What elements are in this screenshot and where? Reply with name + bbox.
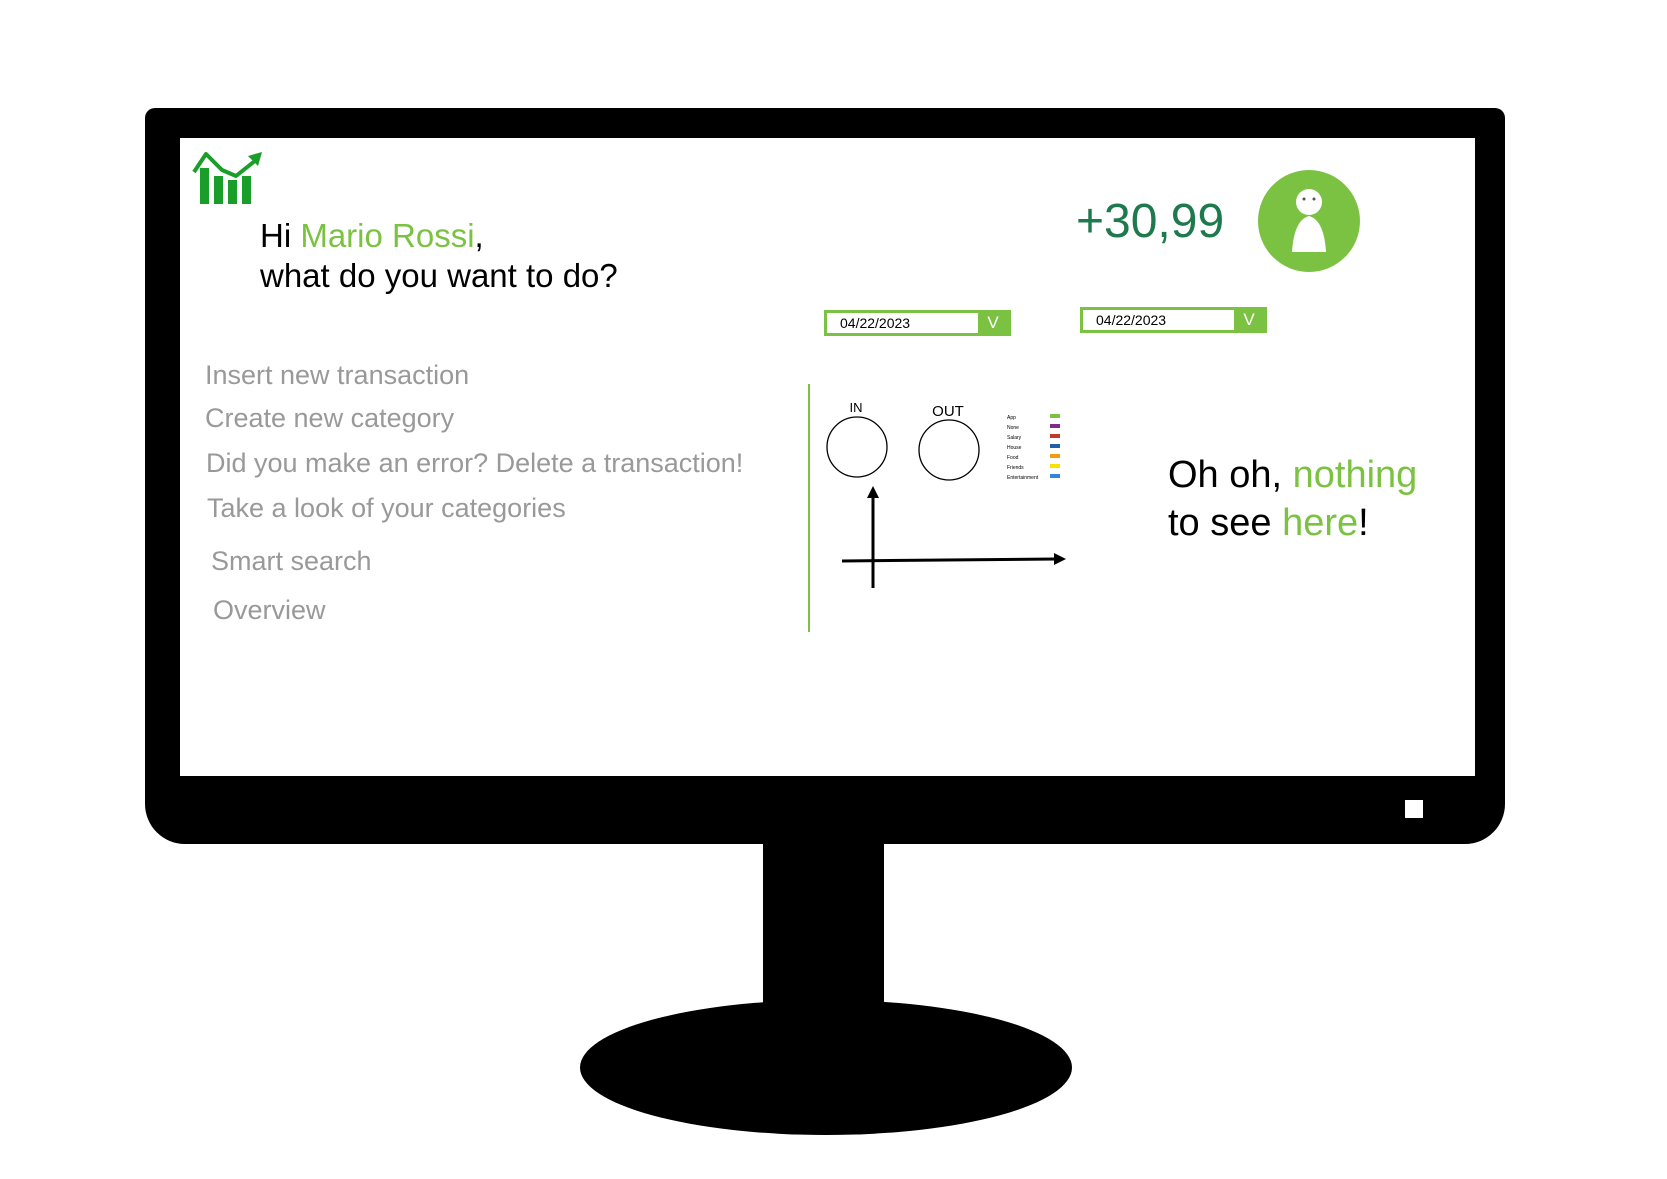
out-pie-chart <box>918 419 980 481</box>
legend-label: Food <box>1007 455 1019 461</box>
menu-view-categories[interactable]: Take a look of your categories <box>207 493 566 524</box>
legend-label: House <box>1007 445 1022 451</box>
legend-swatch <box>1050 444 1060 448</box>
empty-state-text: Oh oh, <box>1168 454 1293 496</box>
legend-swatch <box>1050 424 1060 428</box>
date-from-value: 04/22/2023 <box>840 315 911 331</box>
date-from-select[interactable]: 04/22/2023 V <box>824 310 1011 336</box>
legend-label: Entertainment <box>1007 475 1039 481</box>
growth-chart-logo-icon[interactable] <box>192 146 264 204</box>
empty-state-text: ! <box>1358 502 1369 544</box>
greeting-suffix: , <box>474 217 484 254</box>
legend-label: App <box>1007 415 1016 421</box>
empty-state-line-2: to see here! <box>1168 499 1369 547</box>
legend-swatch <box>1050 454 1060 458</box>
legend-label: Friends <box>1007 465 1024 471</box>
menu-overview[interactable]: Overview <box>213 595 326 626</box>
user-avatar-icon[interactable] <box>1258 170 1360 272</box>
legend-swatch <box>1050 464 1060 468</box>
date-to-value: 04/22/2023 <box>1096 312 1167 328</box>
empty-state-highlight: nothing <box>1292 454 1418 496</box>
in-chart-label: IN <box>850 400 863 415</box>
empty-state-text: to see <box>1168 502 1283 544</box>
empty-state-highlight: here <box>1282 502 1359 544</box>
legend-swatch <box>1050 414 1060 418</box>
chevron-down-icon[interactable]: V <box>1234 310 1264 330</box>
trend-chart-axes <box>841 486 1066 588</box>
greeting: Hi Mario Rossi, <box>260 216 484 256</box>
greeting-prefix: Hi <box>260 217 301 254</box>
monitor-stand-neck <box>763 844 884 1020</box>
power-button[interactable] <box>1405 800 1423 818</box>
menu-create-category[interactable]: Create new category <box>205 403 454 434</box>
balance-amount: +30,99 <box>1076 195 1225 248</box>
user-name: Mario Rossi <box>300 217 475 254</box>
menu-smart-search[interactable]: Smart search <box>211 546 372 577</box>
charts-panel: IN OUT App None Salary House Food Friends Ente… <box>826 400 1066 588</box>
legend-swatch <box>1050 474 1060 478</box>
menu-delete-transaction[interactable]: Did you make an error? Delete a transact… <box>206 448 743 479</box>
legend-label: Salary <box>1007 435 1022 441</box>
in-pie-chart <box>826 416 888 478</box>
out-chart-label: OUT <box>932 403 964 420</box>
empty-state-line-1: Oh oh, nothing <box>1168 451 1417 499</box>
greeting-prompt: what do you want to do? <box>260 257 618 294</box>
legend-swatch <box>1050 434 1060 438</box>
category-legend: App None Salary House Food Friends Entertainme… <box>1007 414 1060 481</box>
monitor-stand-base <box>580 1000 1072 1135</box>
vertical-divider <box>808 384 810 632</box>
menu-insert-transaction[interactable]: Insert new transaction <box>205 360 469 391</box>
chevron-down-icon[interactable]: V <box>978 313 1008 333</box>
date-to-select[interactable]: 04/22/2023 V <box>1080 307 1267 333</box>
legend-label: None <box>1007 425 1019 431</box>
app-screen: Hi Mario Rossi, what do you want to do? … <box>180 138 1475 776</box>
